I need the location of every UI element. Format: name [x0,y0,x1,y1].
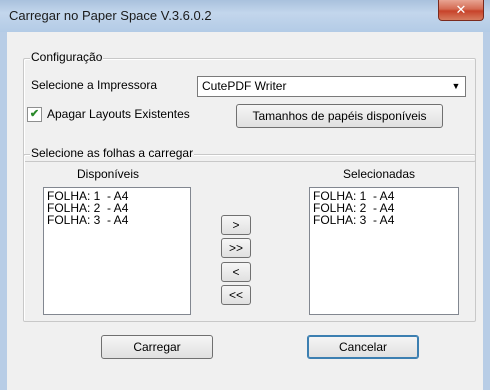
selected-header: Selecionadas [342,167,416,181]
dialog-window: Carregar no Paper Space V.3.6.0.2 ✕ Conf… [0,0,490,390]
close-icon: ✕ [455,2,467,18]
delete-layouts-checkbox[interactable]: ✔ [27,107,42,122]
chevron-down-icon[interactable]: ▼ [448,78,464,93]
available-list[interactable]: FOLHA: 1 - A4 FOLHA: 2 - A4 FOLHA: 3 - A… [43,187,191,315]
list-item[interactable]: FOLHA: 3 - A4 [313,214,455,226]
printer-label: Selecione a Impressora [31,78,158,92]
selected-list[interactable]: FOLHA: 1 - A4 FOLHA: 2 - A4 FOLHA: 3 - A… [309,187,459,315]
config-group-label: Configuração [30,50,104,64]
list-item[interactable]: FOLHA: 3 - A4 [47,214,187,226]
printer-select[interactable]: CutePDF Writer ▼ [197,76,466,97]
window-title: Carregar no Paper Space V.3.6.0.2 [9,8,212,23]
delete-layouts-label[interactable]: Apagar Layouts Existentes [47,107,190,121]
dialog-client-area: Configuração Selecione a Impressora Cute… [7,32,483,390]
load-button[interactable]: Carregar [101,335,213,359]
title-bar[interactable]: Carregar no Paper Space V.3.6.0.2 ✕ [0,0,490,32]
move-all-left-button[interactable]: << [221,285,251,305]
available-header: Disponíveis [76,167,140,181]
window-frame-right [483,32,490,390]
cancel-button[interactable]: Cancelar [307,335,419,359]
paper-sizes-button[interactable]: Tamanhos de papéis disponíveis [236,104,443,128]
move-one-left-button[interactable]: < [221,262,251,282]
checkmark-icon: ✔ [29,108,40,120]
window-frame-left [0,32,7,390]
close-button[interactable]: ✕ [438,0,484,21]
move-one-right-button[interactable]: > [221,215,251,235]
sheets-group-label: Selecione as folhas a carregar [30,146,195,160]
move-all-right-button[interactable]: >> [221,238,251,258]
printer-select-value: CutePDF Writer [202,79,287,93]
